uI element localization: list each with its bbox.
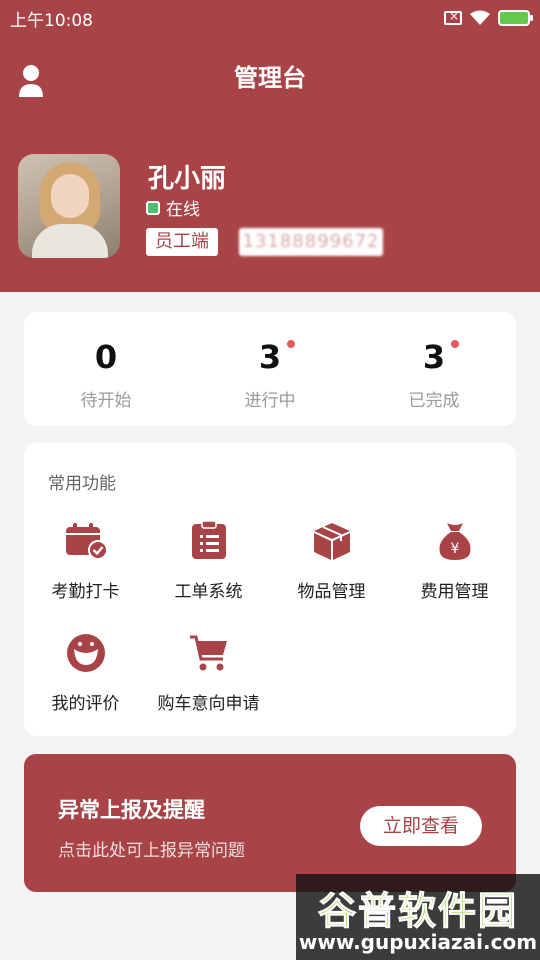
- box-icon: [313, 523, 350, 560]
- stat-completed-label: 已完成: [408, 391, 460, 411]
- money-bag-icon: ¥: [438, 523, 471, 560]
- common-functions-card: 常用功能 考勤打卡 工单系统 物品管理 ¥ 费用管理 我的评价 购车意向申请: [24, 443, 516, 736]
- stat-in-progress-value: 3: [258, 338, 282, 376]
- notification-dot-icon: [287, 340, 296, 348]
- status-time: 上午10:08: [10, 10, 93, 31]
- stat-pending-label: 待开始: [80, 391, 132, 411]
- role-badge: 员工端: [146, 228, 218, 256]
- function-label: 费用管理: [420, 582, 489, 602]
- stat-pending-value: 0: [94, 338, 118, 376]
- stat-completed[interactable]: 3 已完成: [352, 312, 516, 426]
- status-icons: [444, 9, 533, 26]
- view-now-button[interactable]: 立即查看: [360, 806, 482, 846]
- order-stats-card: 0 待开始 3 进行中 3 已完成: [24, 312, 516, 426]
- banner-title: 异常上报及提醒: [58, 798, 205, 822]
- function-attendance[interactable]: 考勤打卡: [24, 521, 147, 602]
- online-status: 在线: [146, 195, 200, 220]
- function-items[interactable]: 物品管理: [270, 521, 393, 602]
- function-label: 购车意向申请: [157, 694, 260, 714]
- watermark-url: www.gupuxiazai.com: [298, 930, 538, 954]
- function-my-reviews[interactable]: 我的评价: [24, 633, 147, 714]
- watermark: 谷普软件园 www.gupuxiazai.com: [296, 874, 540, 960]
- function-expenses[interactable]: ¥ 费用管理: [393, 521, 516, 602]
- profile-name: 孔小丽: [148, 164, 227, 194]
- status-bar: 上午10:08: [10, 6, 533, 31]
- function-work-order[interactable]: 工单系统: [147, 520, 270, 602]
- stat-in-progress[interactable]: 3 进行中: [188, 312, 352, 426]
- no-sim-icon: [444, 9, 462, 25]
- function-label: 我的评价: [51, 694, 120, 714]
- avatar[interactable]: [18, 154, 120, 258]
- cart-icon: [189, 635, 227, 671]
- stat-pending[interactable]: 0 待开始: [24, 312, 188, 426]
- profile-header: 上午10:08 管理台 孔小丽 在线 员工端 13188899672: [0, 0, 540, 292]
- anomaly-report-banner[interactable]: 异常上报及提醒 点击此处可上报异常问题 立即查看: [24, 754, 516, 892]
- online-status-icon: [146, 200, 160, 215]
- function-car-purchase[interactable]: 购车意向申请: [147, 633, 270, 714]
- function-label: 工单系统: [174, 582, 243, 602]
- phone-badge: 13188899672: [239, 228, 383, 256]
- banner-subtitle: 点击此处可上报异常问题: [58, 841, 245, 861]
- clipboard-icon: [191, 520, 226, 559]
- online-status-text: 在线: [166, 200, 200, 220]
- function-label: 物品管理: [297, 582, 366, 602]
- battery-icon: [498, 10, 533, 26]
- top-nav: 管理台: [0, 52, 540, 98]
- calendar-check-icon: [65, 523, 108, 560]
- section-title: 常用功能: [48, 474, 116, 494]
- stat-completed-value: 3: [422, 338, 446, 376]
- function-label: 考勤打卡: [51, 582, 120, 602]
- watermark-text: 谷普软件园: [317, 889, 518, 934]
- page-title: 管理台: [234, 64, 306, 92]
- smile-icon: [66, 634, 105, 672]
- stat-in-progress-label: 进行中: [244, 391, 296, 411]
- notification-dot-icon: [451, 340, 460, 348]
- wifi-icon: [470, 10, 490, 25]
- svg-text:¥: ¥: [450, 541, 459, 557]
